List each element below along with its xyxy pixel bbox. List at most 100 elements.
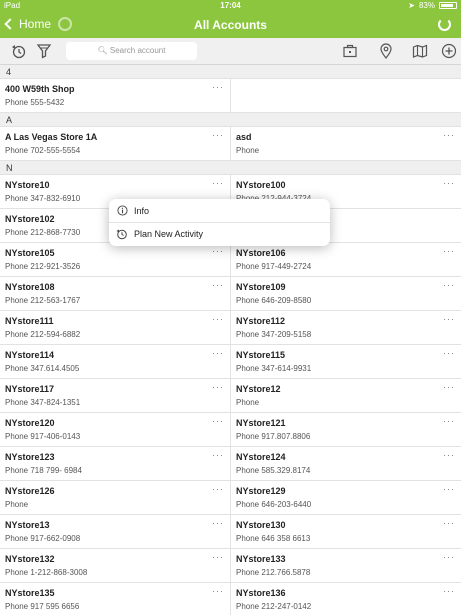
account-card[interactable]: NYstore109 Phone 646-209-8580 ··· — [230, 277, 461, 310]
refresh-icon[interactable] — [438, 18, 451, 31]
account-name: NYstore133 — [236, 554, 286, 564]
more-icon[interactable]: ··· — [443, 314, 455, 324]
more-icon[interactable]: ··· — [443, 416, 455, 426]
search-input[interactable]: 🔍︎ Search account — [66, 42, 197, 60]
battery-percent: 83% — [418, 1, 435, 10]
account-card[interactable]: NYstore133 Phone 212.766.5878 ··· — [230, 549, 461, 582]
more-icon[interactable]: ··· — [212, 82, 224, 92]
account-name: NYstore117 — [5, 384, 55, 394]
battery-icon — [439, 2, 457, 9]
account-card[interactable]: NYstore105 Phone 212-921-3526 ··· — [0, 243, 230, 276]
page-title: All Accounts — [194, 18, 267, 32]
account-phone: Phone 212-921-3526 — [5, 262, 81, 271]
account-card[interactable]: NYstore115 Phone 347-614-9931 ··· — [230, 345, 461, 378]
more-icon[interactable]: ··· — [443, 130, 455, 140]
account-phone: Phone 347-614-9931 — [236, 364, 312, 373]
account-card[interactable]: NYstore13 Phone 917-662-0908 ··· — [0, 515, 230, 548]
more-icon[interactable]: ··· — [212, 246, 224, 256]
account-card[interactable]: NYstore114 Phone 347.614.4505 ··· — [0, 345, 230, 378]
account-card[interactable]: NYstore124 Phone 585.329.8174 ··· — [230, 447, 461, 480]
location-pin-icon[interactable] — [378, 43, 394, 59]
account-card[interactable]: NYstore135 Phone 917 595 6656 ··· — [0, 583, 230, 615]
more-icon[interactable]: ··· — [443, 246, 455, 256]
popover-item-info[interactable]: Info — [109, 199, 330, 222]
status-right: ➤ 83% — [408, 1, 457, 10]
account-card[interactable]: NYstore123 Phone 718 799- 6984 ··· — [0, 447, 230, 480]
more-icon[interactable]: ··· — [212, 518, 224, 528]
more-icon[interactable]: ··· — [443, 586, 455, 596]
popover-item-plan-activity[interactable]: Plan New Activity — [109, 222, 330, 245]
section-header: A — [0, 113, 461, 127]
account-row: NYstore126 Phone ··· NYstore129 Phone 646-20… — [0, 481, 461, 515]
filter-icon[interactable] — [36, 43, 52, 59]
account-card[interactable]: NYstore111 Phone 212-594-6882 ··· — [0, 311, 230, 344]
account-card[interactable]: NYstore121 Phone 917.807.8806 ··· — [230, 413, 461, 446]
account-card[interactable]: A Las Vegas Store 1A Phone 702-555-5554 ··… — [0, 127, 230, 160]
more-icon[interactable]: ··· — [212, 450, 224, 460]
more-icon[interactable]: ··· — [212, 382, 224, 392]
account-phone: Phone 646-203-6440 — [236, 500, 312, 509]
search-placeholder: Search account — [109, 46, 166, 55]
account-row: NYstore120 Phone 917-406-0143 ··· NYstore12… — [0, 413, 461, 447]
account-name: NYstore10 — [5, 180, 50, 190]
location-icon: ➤ — [408, 1, 415, 10]
account-phone: Phone 347.614.4505 — [5, 364, 80, 373]
section-header: N — [0, 161, 461, 175]
more-icon[interactable]: ··· — [443, 280, 455, 290]
account-card[interactable]: NYstore108 Phone 212-563-1767 ··· — [0, 277, 230, 310]
account-name: NYstore132 — [5, 554, 55, 564]
add-icon[interactable] — [441, 43, 457, 59]
account-phone: Phone 212-563-1767 — [5, 296, 81, 305]
account-phone: Phone 917-406-0143 — [5, 432, 81, 441]
account-card[interactable]: NYstore112 Phone 347-209-5158 ··· — [230, 311, 461, 344]
more-icon[interactable]: ··· — [212, 586, 224, 596]
more-icon[interactable]: ··· — [212, 178, 224, 188]
account-row: A Las Vegas Store 1A Phone 702-555-5554 ··… — [0, 127, 461, 161]
account-card[interactable]: NYstore136 Phone 212-247-0142 ··· — [230, 583, 461, 615]
account-card[interactable]: NYstore130 Phone 646 358 6613 ··· — [230, 515, 461, 548]
account-phone: Phone 917-449-2724 — [236, 262, 312, 271]
account-name: NYstore130 — [236, 520, 286, 530]
more-icon[interactable]: ··· — [443, 178, 455, 188]
more-icon[interactable]: ··· — [443, 348, 455, 358]
account-card[interactable]: NYstore106 Phone 917-449-2724 ··· — [230, 243, 461, 276]
more-icon[interactable]: ··· — [212, 416, 224, 426]
account-row: NYstore135 Phone 917 595 6656 ··· NYstore13… — [0, 583, 461, 615]
more-icon[interactable]: ··· — [212, 348, 224, 358]
account-row: NYstore108 Phone 212-563-1767 ··· NYstore10… — [0, 277, 461, 311]
account-row: NYstore13 Phone 917-662-0908 ··· NYstore130… — [0, 515, 461, 549]
more-icon[interactable]: ··· — [443, 518, 455, 528]
more-icon[interactable]: ··· — [443, 484, 455, 494]
account-name: NYstore121 — [236, 418, 286, 428]
more-icon[interactable]: ··· — [212, 130, 224, 140]
account-card[interactable]: 400 W59th Shop Phone 555-5432 ··· — [0, 79, 230, 112]
more-icon[interactable]: ··· — [212, 484, 224, 494]
account-phone: Phone 555-5432 — [5, 98, 65, 107]
account-name: NYstore129 — [236, 486, 286, 496]
account-card[interactable]: NYstore117 Phone 347-824-1351 ··· — [0, 379, 230, 412]
account-card[interactable]: asd Phone ··· — [230, 127, 461, 160]
history-icon[interactable] — [11, 43, 27, 59]
account-name: NYstore13 — [5, 520, 50, 530]
account-name: NYstore135 — [5, 588, 55, 598]
account-phone: Phone — [236, 146, 260, 155]
more-icon[interactable]: ··· — [212, 314, 224, 324]
account-phone: Phone 718 799- 6984 — [5, 466, 82, 475]
briefcase-icon[interactable] — [342, 43, 358, 59]
plan-activity-icon — [116, 228, 128, 240]
more-icon[interactable]: ··· — [212, 552, 224, 562]
account-card[interactable]: NYstore12 Phone ··· — [230, 379, 461, 412]
account-card[interactable]: NYstore129 Phone 646-203-6440 ··· — [230, 481, 461, 514]
account-card[interactable]: NYstore126 Phone ··· — [0, 481, 230, 514]
account-phone: Phone 212.766.5878 — [236, 568, 311, 577]
account-name: A Las Vegas Store 1A — [5, 132, 98, 142]
map-icon[interactable] — [412, 43, 428, 59]
more-icon[interactable]: ··· — [443, 450, 455, 460]
more-icon[interactable]: ··· — [443, 552, 455, 562]
info-icon — [116, 205, 128, 217]
more-icon[interactable]: ··· — [212, 280, 224, 290]
account-card[interactable]: NYstore120 Phone 917-406-0143 ··· — [0, 413, 230, 446]
account-card[interactable]: NYstore132 Phone 1-212-868-3008 ··· — [0, 549, 230, 582]
more-icon[interactable]: ··· — [443, 382, 455, 392]
account-name: NYstore124 — [236, 452, 286, 462]
